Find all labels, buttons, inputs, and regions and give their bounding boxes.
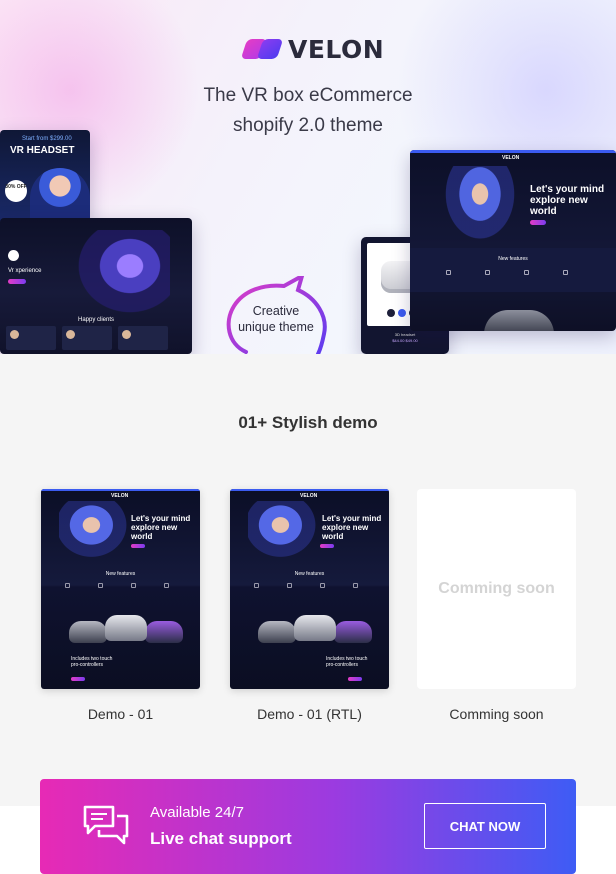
headset-devices-image (69, 611, 183, 651)
chat-now-button[interactable]: CHAT NOW (424, 803, 546, 849)
coming-soon-placeholder-text: Comming soon (438, 580, 555, 597)
dark-site-mockup: Vr xperience Happy clients (0, 218, 192, 354)
tablet-product-price: $44.00 $49.00 (392, 338, 418, 343)
mockup-headline: Vr xperience (8, 268, 42, 274)
demo-section-title: 01+ Stylish demo (238, 413, 378, 432)
demo-01-preview[interactable]: VELON Let's your mind explore new world … (41, 489, 200, 689)
mockup-logo: VELON (502, 155, 520, 161)
logo-text: VELON (288, 34, 385, 64)
preview-subheading: Includes two touch pro-controllers (326, 656, 368, 668)
preview-section-title: New features (294, 571, 325, 577)
headset-devices-image (258, 611, 372, 651)
discount-badge: 30% OFF (5, 180, 27, 202)
logo-mark-icon (240, 36, 284, 62)
hero-tagline-line1: The VR box eCommerce (203, 85, 413, 106)
vr-person-image (248, 501, 320, 561)
bubble-text-line2: unique theme (238, 320, 314, 334)
preview-subheading: Includes two touch pro-controllers (71, 656, 113, 668)
vr-person-image (440, 166, 520, 246)
preview-button (71, 677, 85, 681)
preview-logo: VELON (300, 493, 318, 499)
preview-button (320, 544, 334, 548)
headset-device-image (484, 310, 554, 331)
demo-01-rtl-preview[interactable]: VELON Let's your mind explore new world … (230, 489, 389, 689)
vr-person-image (30, 168, 90, 225)
hero-tagline-line2: shopify 2.0 theme (233, 115, 383, 136)
preview-headline: Let's your mind explore new world (131, 514, 191, 541)
preview-button (348, 677, 362, 681)
feature-icons (65, 583, 169, 588)
preview-topbar (41, 489, 200, 491)
preview-section-title: New features (105, 571, 136, 577)
mockup-client-cards (6, 326, 168, 350)
demo-01-label[interactable]: Demo - 01 (41, 706, 200, 722)
vr-person-image (59, 501, 131, 561)
hero-banner: VELON The VR box eCommerce shopify 2.0 t… (0, 0, 616, 354)
chat-support-title: Live chat support (150, 829, 292, 848)
mockup-button (8, 279, 26, 284)
velon-logo[interactable]: VELON (240, 34, 385, 64)
coming-soon-placeholder: Comming soon (417, 489, 576, 689)
preview-topbar (230, 489, 389, 491)
live-chat-banner: Available 24/7 Live chat support CHAT NO… (40, 779, 576, 874)
chat-bubbles-icon (83, 805, 129, 845)
tablet-product-name: 3D headset (394, 332, 416, 337)
feature-icons (254, 583, 358, 588)
mockup-headline: Let's your mind explore new world (530, 184, 605, 217)
preview-button (131, 544, 145, 548)
play-icon (8, 250, 19, 261)
vr-person-image (70, 230, 170, 320)
mockup-section-title: New features (498, 256, 528, 262)
chat-availability-text: Available 24/7 (150, 804, 244, 821)
demo-01-rtl-label[interactable]: Demo - 01 (RTL) (230, 706, 389, 722)
mockup-section-title: Happy clients (77, 317, 115, 323)
mockup-topbar (410, 150, 616, 153)
mockup-features: New features (410, 248, 616, 292)
vr-headset-promo-mockup: Start from $299.00 VR HEADSET 30% OFF (0, 130, 90, 225)
coming-soon-label: Comming soon (449, 706, 544, 722)
bubble-text-line1: Creative (252, 304, 300, 318)
preview-logo: VELON (111, 493, 129, 499)
promo-title: VR HEADSET (10, 145, 75, 156)
mockup-button (530, 220, 546, 225)
right-site-mockup: VELON Let's your mind explore new world … (410, 150, 616, 331)
preview-headline: Let's your mind explore new world (322, 514, 382, 541)
feature-icons (446, 270, 568, 275)
